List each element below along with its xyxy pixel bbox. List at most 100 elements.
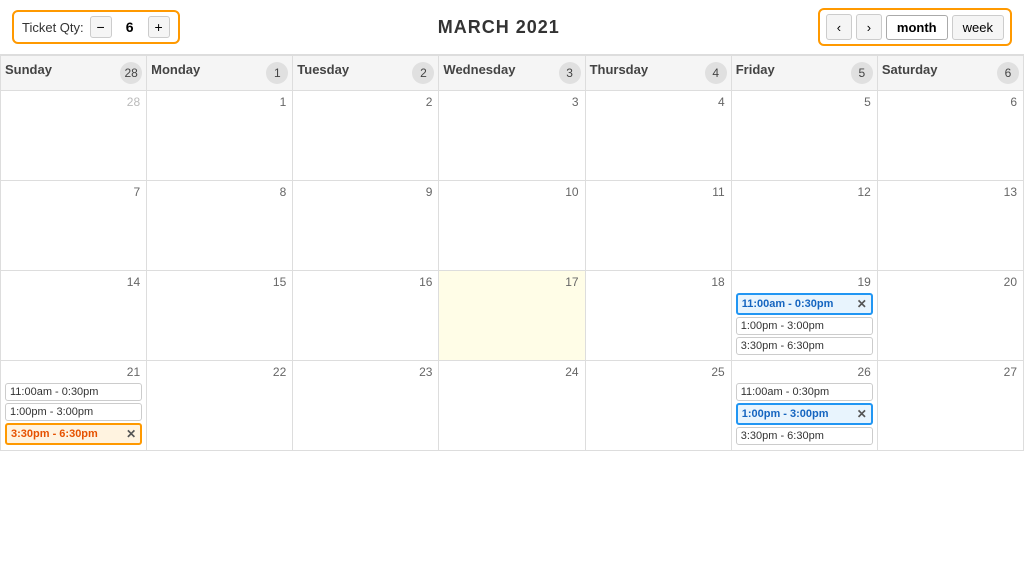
next-button[interactable]: › bbox=[856, 14, 882, 40]
col-header-wednesday: Wednesday3 bbox=[439, 56, 585, 91]
cell-date: 9 bbox=[297, 183, 434, 203]
calendar-cell: 1 bbox=[147, 91, 293, 181]
close-icon[interactable]: ✕ bbox=[126, 427, 136, 441]
cell-date: 2 bbox=[297, 93, 434, 113]
time-slot[interactable]: 3:30pm - 6:30pm bbox=[736, 337, 873, 355]
cell-date: 7 bbox=[5, 183, 142, 203]
calendar-cell: 7 bbox=[1, 181, 147, 271]
ticket-qty-label: Ticket Qty: bbox=[22, 20, 84, 35]
cell-date: 12 bbox=[736, 183, 873, 203]
day-num: 28 bbox=[120, 62, 142, 84]
calendar-cell: 2 bbox=[293, 91, 439, 181]
cell-date: 23 bbox=[297, 363, 434, 383]
calendar-cell: 23 bbox=[293, 361, 439, 451]
month-title: MARCH 2021 bbox=[438, 17, 560, 38]
calendar-cell: 3 bbox=[439, 91, 585, 181]
cell-date: 1 bbox=[151, 93, 288, 113]
day-name: Friday bbox=[736, 62, 775, 77]
time-slot[interactable]: 11:00am - 0:30pm bbox=[736, 383, 873, 401]
time-slot[interactable]: 11:00am - 0:30pm bbox=[5, 383, 142, 401]
day-num: 6 bbox=[997, 62, 1019, 84]
time-slot[interactable]: 3:30pm - 6:30pm bbox=[736, 427, 873, 445]
cell-date: 16 bbox=[297, 273, 434, 293]
day-name: Tuesday bbox=[297, 62, 349, 77]
cell-date: 18 bbox=[590, 273, 727, 293]
calendar-cell: 18 bbox=[585, 271, 731, 361]
calendar-cell: 6 bbox=[877, 91, 1023, 181]
time-slot-label: 1:00pm - 3:00pm bbox=[741, 320, 824, 332]
prev-button[interactable]: ‹ bbox=[826, 14, 852, 40]
cell-date: 24 bbox=[443, 363, 580, 383]
cell-date: 14 bbox=[5, 273, 142, 293]
ticket-qty-plus[interactable]: + bbox=[148, 16, 170, 38]
day-num: 1 bbox=[266, 62, 288, 84]
day-name: Saturday bbox=[882, 62, 938, 77]
close-icon[interactable]: ✕ bbox=[857, 407, 867, 421]
calendar-cell: 24 bbox=[439, 361, 585, 451]
calendar-cell: 15 bbox=[147, 271, 293, 361]
time-slot-label: 1:00pm - 3:00pm bbox=[742, 408, 829, 420]
cell-date: 3 bbox=[443, 93, 580, 113]
calendar-cell: 19 11:00am - 0:30pm ✕ 1:00pm - 3:00pm 3:30pm… bbox=[731, 271, 877, 361]
cell-date: 6 bbox=[882, 93, 1019, 113]
calendar-cell: 25 bbox=[585, 361, 731, 451]
time-slot-label: 3:30pm - 6:30pm bbox=[741, 340, 824, 352]
ticket-qty-minus[interactable]: − bbox=[90, 16, 112, 38]
col-header-monday: Monday 1 bbox=[147, 56, 293, 91]
day-num: 3 bbox=[559, 62, 581, 84]
cell-date: 22 bbox=[151, 363, 288, 383]
calendar-week-row: 28 123456 bbox=[1, 91, 1024, 181]
cell-date: 19 bbox=[736, 273, 873, 293]
time-slot[interactable]: 1:00pm - 3:00pm bbox=[5, 403, 142, 421]
nav-controls: ‹ › month week bbox=[818, 8, 1012, 46]
time-slot-label: 1:00pm - 3:00pm bbox=[10, 406, 93, 418]
col-header-saturday: Saturday 6 bbox=[877, 56, 1023, 91]
calendar-cell: 14 bbox=[1, 271, 147, 361]
day-num: 2 bbox=[412, 62, 434, 84]
day-num: 5 bbox=[851, 62, 873, 84]
cell-date: 26 bbox=[736, 363, 873, 383]
cell-date: 13 bbox=[882, 183, 1019, 203]
cell-date: 28 bbox=[5, 93, 142, 113]
time-slot[interactable]: 11:00am - 0:30pm ✕ bbox=[736, 293, 873, 315]
calendar-cell: 28 bbox=[1, 91, 147, 181]
calendar-cell: 16 bbox=[293, 271, 439, 361]
cell-date: 27 bbox=[882, 363, 1019, 383]
day-name: Monday bbox=[151, 62, 200, 77]
cell-date: 10 bbox=[443, 183, 580, 203]
cell-date: 8 bbox=[151, 183, 288, 203]
calendar-week-row: 141516 17 18 19 11:00am - 0:30pm ✕ 1:00pm - 3:… bbox=[1, 271, 1024, 361]
col-header-friday: Friday 5 bbox=[731, 56, 877, 91]
calendar-cell: 4 bbox=[585, 91, 731, 181]
calendar-cell: 27 bbox=[877, 361, 1023, 451]
time-slot[interactable]: 1:00pm - 3:00pm ✕ bbox=[736, 403, 873, 425]
calendar-cell: 26 11:00am - 0:30pm 1:00pm - 3:00pm ✕ 3:30pm… bbox=[731, 361, 877, 451]
day-name: Sunday bbox=[5, 62, 52, 77]
col-header-tuesday: Tuesday 2 bbox=[293, 56, 439, 91]
cell-date: 17 bbox=[443, 273, 580, 293]
week-view-button[interactable]: week bbox=[952, 15, 1004, 40]
calendar-cell: 10 bbox=[439, 181, 585, 271]
calendar-week-row: 789 10 11 12 13 bbox=[1, 181, 1024, 271]
calendar-cell: 17 bbox=[439, 271, 585, 361]
calendar-cell: 12 bbox=[731, 181, 877, 271]
time-slot[interactable]: 3:30pm - 6:30pm✕ bbox=[5, 423, 142, 445]
time-slot-label: 11:00am - 0:30pm bbox=[741, 386, 829, 398]
month-view-button[interactable]: month bbox=[886, 15, 948, 40]
calendar-cell: 20 bbox=[877, 271, 1023, 361]
cell-date: 20 bbox=[882, 273, 1019, 293]
time-slot[interactable]: 1:00pm - 3:00pm bbox=[736, 317, 873, 335]
cell-date: 11 bbox=[590, 183, 727, 203]
ticket-qty-value: 6 bbox=[118, 19, 142, 35]
time-slot-label: 11:00am - 0:30pm bbox=[10, 386, 98, 398]
close-icon[interactable]: ✕ bbox=[857, 297, 867, 311]
cell-date: 5 bbox=[736, 93, 873, 113]
calendar-week-row: 2111:00am - 0:30pm1:00pm - 3:00pm3:30pm … bbox=[1, 361, 1024, 451]
calendar-cell: 22 bbox=[147, 361, 293, 451]
time-slot-label: 11:00am - 0:30pm bbox=[742, 298, 834, 310]
day-num: 4 bbox=[705, 62, 727, 84]
top-bar: Ticket Qty: − 6 + MARCH 2021 ‹ › month w… bbox=[0, 0, 1024, 55]
calendar-cell: 9 bbox=[293, 181, 439, 271]
ticket-qty-control: Ticket Qty: − 6 + bbox=[12, 10, 180, 44]
col-header-sunday: Sunday 28 bbox=[1, 56, 147, 91]
